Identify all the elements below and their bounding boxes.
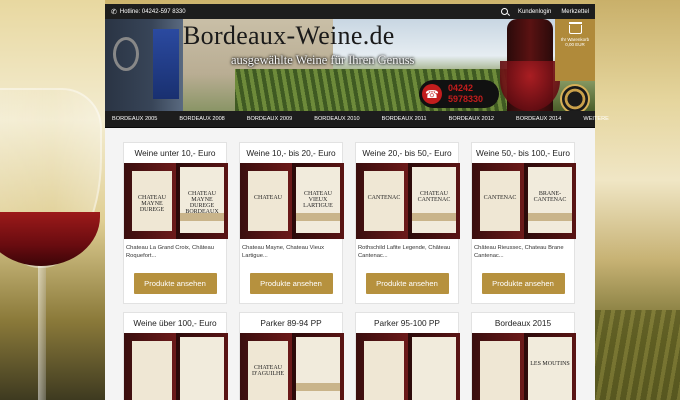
phone-badge: ☎ 04242 5978330 (419, 80, 499, 108)
card-title[interactable]: Weine über 100,- Euro (124, 313, 226, 333)
label-text: CHATEAU VIEUX LARTIGUE (303, 191, 333, 209)
card-description: Rothschild Lafite Legende, Château Cante… (358, 245, 451, 259)
hotline: ✆ Hotline: 04242-597 8330 (111, 8, 186, 16)
label-text: CHATEAU D'AGUILHE (251, 365, 285, 377)
category-card[interactable]: Parker 89-94 PP CHATEAU D'AGUILHE (239, 312, 344, 400)
card-image[interactable]: CANTENAC BRANE-CANTENAC (472, 163, 576, 239)
label-text: CANTENAC (483, 195, 517, 201)
category-card[interactable]: Bordeaux 2015 LES MOUTINS (471, 312, 576, 400)
view-products-button[interactable]: Produkte ansehen (365, 273, 449, 294)
label-text: CHATEAU CANTENAC (417, 191, 451, 203)
label-text: LES MOUTINS (530, 361, 570, 367)
card-image[interactable]: LES MOUTINS (472, 333, 576, 400)
category-card[interactable]: Weine unter 10,- Euro CHATEAU MAYNE DURE… (123, 142, 228, 304)
card-image[interactable]: CANTENAC CHATEAU CANTENAC (356, 163, 460, 239)
top-bar: ✆ Hotline: 04242-597 8330 Kundenlogin Me… (105, 4, 595, 19)
card-title[interactable]: Weine unter 10,- Euro (124, 143, 226, 163)
cart-total: 0,00 EUR (565, 42, 585, 47)
cart-button[interactable]: Ihr Warenkorb 0,00 EUR (555, 19, 595, 81)
label-text: CHATEAU (254, 195, 282, 201)
category-card[interactable]: Weine 50,- bis 100,- Euro CANTENAC BRANE… (471, 142, 576, 304)
view-products-button[interactable]: Produkte ansehen (481, 273, 565, 294)
category-card[interactable]: Weine 10,- bis 20,- Euro CHATEAU CHATEAU… (239, 142, 344, 304)
view-products-button[interactable]: Produkte ansehen (133, 273, 217, 294)
card-title[interactable]: Weine 50,- bis 100,- Euro (472, 143, 574, 163)
main-nav: BORDEAUX 2005 BORDEAUX 2008 BORDEAUX 200… (105, 111, 609, 128)
nav-item-bordeaux-2009[interactable]: BORDEAUX 2009 (247, 116, 292, 122)
card-title[interactable]: Weine 10,- bis 20,- Euro (240, 143, 342, 163)
header-banner: Bordeaux-Weine.de ausgewählte Weine für … (105, 19, 595, 111)
category-card[interactable]: Weine 20,- bis 50,- Euro CANTENAC CHATEA… (355, 142, 460, 304)
category-card[interactable]: Parker 95-100 PP (355, 312, 460, 400)
card-image[interactable] (124, 333, 228, 400)
nav-item-bordeaux-2010[interactable]: BORDEAUX 2010 (314, 116, 359, 122)
card-title[interactable]: Bordeaux 2015 (472, 313, 574, 333)
search-icon[interactable] (500, 8, 508, 15)
category-card[interactable]: Weine über 100,- Euro (123, 312, 228, 400)
hotline-text: Hotline: 04242-597 8330 (119, 8, 186, 15)
label-text: CHATEAU MAYNE DUREGE (138, 195, 166, 213)
red-wine-image (0, 212, 100, 266)
phone-number-line1: 04242 (448, 83, 474, 93)
nav-item-bordeaux-2008[interactable]: BORDEAUX 2008 (179, 116, 224, 122)
background-left-panel (0, 0, 105, 400)
card-title[interactable]: Parker 89-94 PP (240, 313, 342, 333)
door-image (105, 19, 183, 111)
nav-item-bordeaux-2012[interactable]: BORDEAUX 2012 (449, 116, 494, 122)
label-text: CANTENAC (367, 195, 401, 201)
site-tagline: ausgewählte Weine für Ihren Genuss (231, 53, 415, 67)
login-link[interactable]: Kundenlogin (518, 9, 551, 15)
vineyard-image (595, 310, 680, 400)
label-text: CHATEAU MAYNE DUREGE BORDEAUX (185, 191, 219, 215)
nav-item-weitere[interactable]: WEITERE (583, 116, 608, 122)
card-image[interactable] (356, 333, 460, 400)
card-description: Chateau Mayne, Chateau Vieux Lartigue... (242, 245, 325, 259)
glass-stem-image (38, 266, 46, 400)
site-logo[interactable]: Bordeaux-Weine.de (183, 21, 395, 51)
basket-icon (568, 22, 582, 34)
card-description: Château Rieussec, Chateau Brane Cantenac… (474, 245, 564, 259)
quality-seal-icon (560, 84, 590, 111)
card-image[interactable]: CHATEAU CHATEAU VIEUX LARTIGUE (240, 163, 344, 239)
background-right-panel (595, 0, 680, 400)
wishlist-link[interactable]: Merkzettel (561, 9, 589, 15)
phone-handset-icon: ☎ (422, 84, 442, 104)
phone-number-line2: 5978330 (448, 94, 484, 104)
view-products-button[interactable]: Produkte ansehen (249, 273, 333, 294)
nav-item-bordeaux-2011[interactable]: BORDEAUX 2011 (382, 116, 427, 122)
nav-item-bordeaux-2005[interactable]: BORDEAUX 2005 (112, 116, 157, 122)
card-title[interactable]: Parker 95-100 PP (356, 313, 458, 333)
phone-icon: ✆ (111, 8, 117, 16)
card-title[interactable]: Weine 20,- bis 50,- Euro (356, 143, 458, 163)
nav-item-bordeaux-2014[interactable]: BORDEAUX 2014 (516, 116, 561, 122)
category-grid: Weine unter 10,- Euro CHATEAU MAYNE DURE… (105, 128, 595, 400)
card-description: Chateau La Grand Croix, Château Roquefor… (126, 245, 214, 259)
label-text: BRANE-CANTENAC (533, 191, 567, 203)
card-image[interactable]: CHATEAU D'AGUILHE (240, 333, 344, 400)
card-image[interactable]: CHATEAU MAYNE DUREGE CHATEAU MAYNE DUREG… (124, 163, 228, 239)
